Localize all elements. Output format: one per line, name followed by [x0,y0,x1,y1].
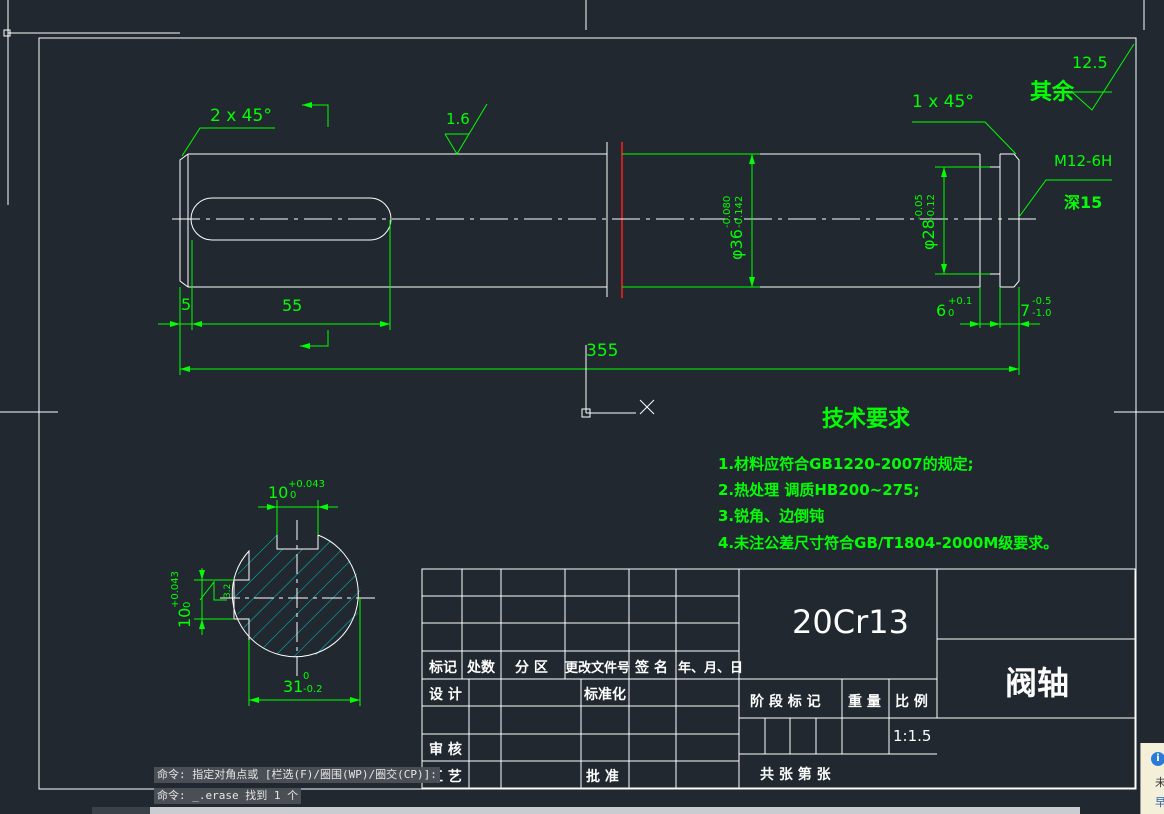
dia36-lower: -0.142 [734,196,745,228]
chamfer-right-label: 1 x 45° [912,92,974,112]
dim-7-upper: -0.5 [1032,296,1052,307]
side-dim-upper: +0.043 [170,571,181,608]
notification-balloon[interactable]: i 未 早 [1140,743,1164,814]
dim-total: 355 [586,341,618,361]
dia28-label: φ28 [919,219,938,250]
depth-lower: -0.2 [303,684,323,695]
tb-col-sign: 签 名 [634,659,668,676]
title-block-values: 20Cr13 1:1.5 [792,603,931,745]
notification-text: 未 [1155,776,1164,789]
thread-depth-label: 深15 [1064,193,1102,212]
command-history-line: 命令: 指定对角点或 [栏选(F)/圈围(WP)/圈交(CP)]: [154,767,440,783]
tb-scale: 1:1.5 [893,727,931,745]
dim-6-upper: +0.1 [948,296,972,307]
thread-label: M12-6H [1054,152,1112,170]
tb-col-mark: 标记 [428,659,457,676]
tb-stage: 阶 段 标 记 [750,693,821,710]
outer-sheet [0,0,1164,413]
tb-scale-label: 比 例 [895,693,928,710]
chamfer-left-label: 2 x 45° [210,106,272,126]
tb-part-name: 阀轴 [1005,664,1069,702]
dim-55: 55 [282,296,302,315]
tb-review: 审 核 [429,741,462,758]
dimension-text: 2 x 45° 1.6 1 x 45° M12-6H 深15 5 55 355 … [181,53,1112,361]
tech-item-3: 3.锐角、边倒钝 [718,507,824,525]
roughness-other-value: 12.5 [1072,53,1108,72]
dimension-lines [158,43,1135,375]
dim-6: 6 [936,301,946,320]
roughness-other-label: 其余 [1030,79,1075,105]
tb-standardize: 标准化 [583,686,626,703]
tb-col-zone: 分 区 [515,660,548,676]
section-roughness: 3.2 [223,584,233,598]
dia36-label: φ36 [727,229,746,260]
command-bar-handle[interactable] [92,807,150,814]
dia28-lower: -0.12 [926,194,937,220]
dim-6-lower: 0 [948,308,954,319]
dia36-upper: -0.080 [722,196,733,228]
tech-title: 技术要求 [822,407,910,432]
section-view [220,520,375,680]
side-dim-lower: 0 [182,602,193,608]
tech-item-2: 2.热处理 调质HB200~275; [718,481,920,499]
key-width-lower: 0 [290,490,296,501]
dim-5: 5 [181,295,191,314]
side-dim: 10 [175,608,194,628]
dia28-upper: -0.05 [914,194,925,220]
dim-7-lower: -1.0 [1032,308,1052,319]
command-input[interactable] [150,807,1080,814]
tb-design: 设 计 [429,686,462,703]
command-history-line: 命令: _.erase 找到 1 个 [154,788,302,804]
depth: 31 [283,677,303,696]
tech-requirements: 技术要求 1.材料应符合GB1220-2007的规定; 2.热处理 调质HB20… [718,407,1058,552]
roughness-value: 1.6 [446,110,470,128]
drawing-canvas[interactable]: 2 x 45° 1.6 1 x 45° M12-6H 深15 5 55 355 … [0,0,1164,814]
dimension-arrows [170,102,1029,372]
dim-7: 7 [1020,301,1030,320]
tb-sheets: 共 张 第 张 [760,766,832,783]
key-width-upper: +0.043 [288,479,325,490]
key-width: 10 [268,483,288,502]
tech-item-1: 1.材料应符合GB1220-2007的规定; [718,455,974,473]
tb-col-date: 年、月、日 [678,660,743,676]
tb-approve: 批 准 [586,768,619,785]
tb-material: 20Cr13 [792,603,909,641]
notification-link[interactable]: 早 [1155,797,1164,809]
depth-upper: 0 [303,671,309,682]
tb-col-count: 处数 [466,659,496,676]
tb-weight: 重 量 [848,693,881,710]
tech-item-4: 4.未注公差尺寸符合GB/T1804-2000M级要求。 [718,534,1058,552]
info-icon: i [1151,752,1164,766]
tb-col-docno: 更改文件号 [565,660,630,676]
title-block-text: 标记 处数 分 区 更改文件号 签 名 年、月、日 设 计 标准化 审 核 工 … [428,659,1069,785]
